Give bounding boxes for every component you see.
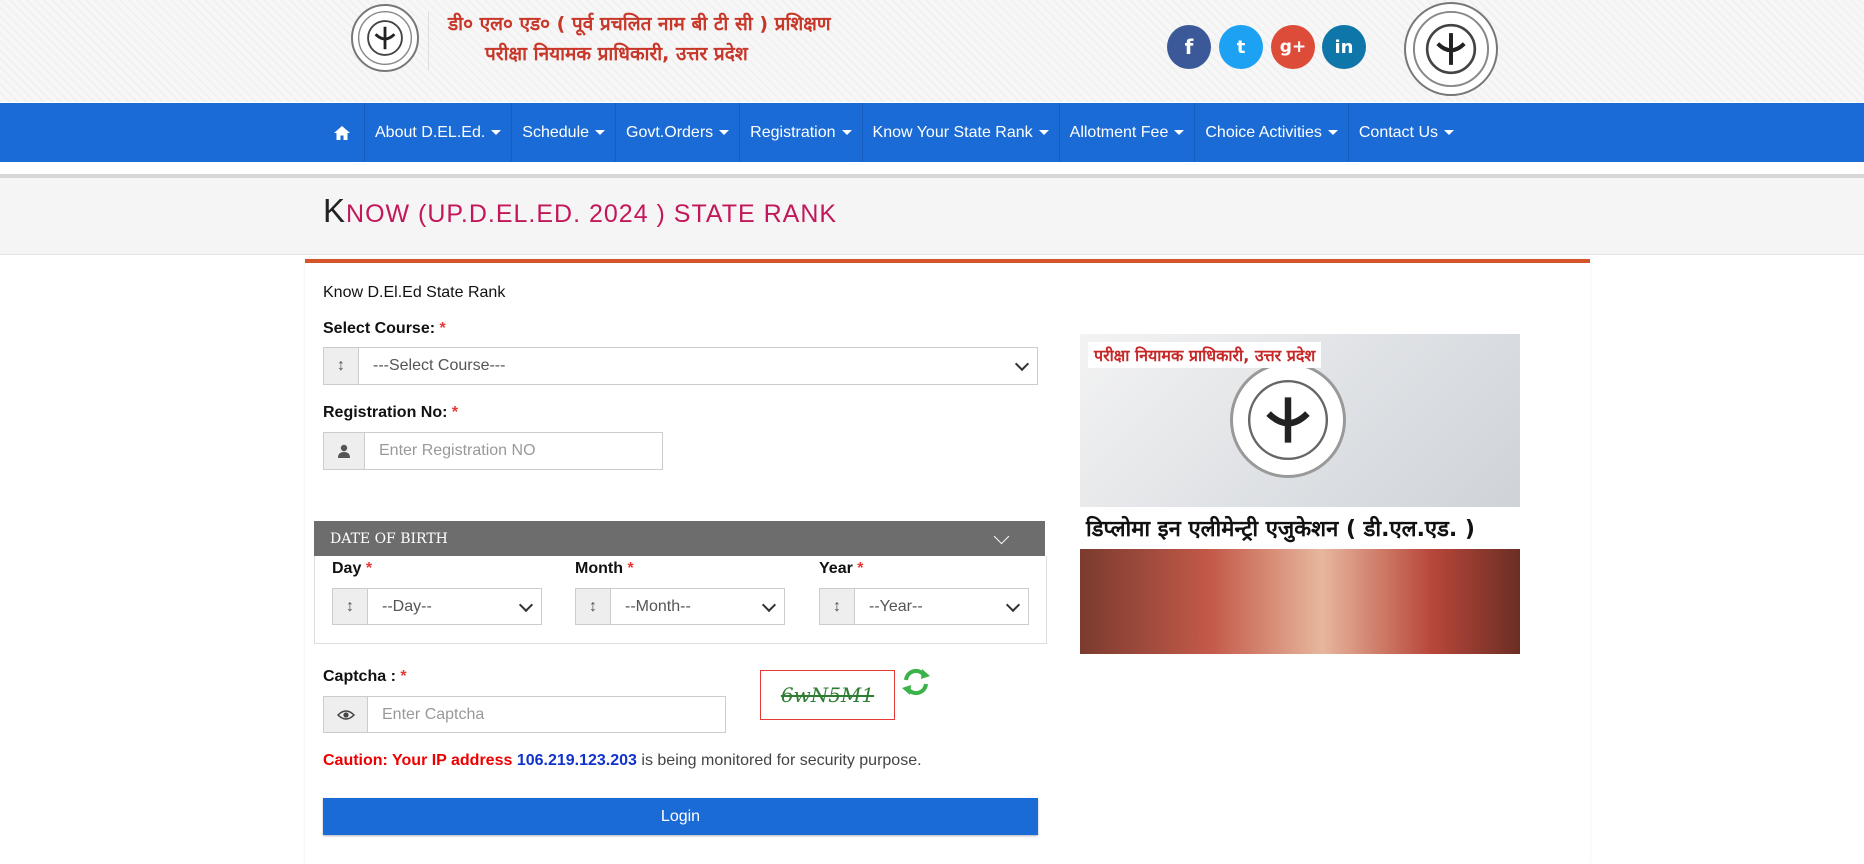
ip-caution: Caution: Your IP address 106.219.123.203… xyxy=(323,752,922,770)
title-strip xyxy=(0,174,1864,255)
chevron-down-icon xyxy=(1014,356,1030,372)
required-mark: * xyxy=(400,668,407,685)
chevron-down-icon xyxy=(1005,597,1021,612)
required-mark: * xyxy=(857,560,864,577)
day-select[interactable]: --Day-- xyxy=(367,588,542,625)
nav-state-rank[interactable]: Know Your State Rank xyxy=(863,103,1060,162)
course-label: Select Course: * xyxy=(323,320,446,338)
year-label-text: Year xyxy=(819,560,853,577)
promo-heading: परीक्षा नियामक प्राधिकारी, उत्तर प्रदेश xyxy=(1088,342,1322,368)
year-select-value: --Year-- xyxy=(869,597,923,615)
required-mark: * xyxy=(439,320,446,337)
twitter-icon[interactable]: t xyxy=(1219,25,1263,69)
home-icon xyxy=(334,125,350,140)
header-divider xyxy=(428,12,429,70)
caret-down-icon xyxy=(1327,130,1338,135)
page-title: KNOW (UP.D.EL.ED. 2024 ) STATE RANK xyxy=(323,192,837,230)
sort-icon: ↕ xyxy=(575,588,611,625)
chevron-down-icon xyxy=(518,597,534,612)
day-label: Day * xyxy=(332,560,372,578)
nav-home[interactable] xyxy=(320,103,365,162)
caret-down-icon xyxy=(491,130,502,135)
nav-contact-us[interactable]: Contact Us xyxy=(1349,103,1464,162)
nav-about[interactable]: About D.EL.Ed. xyxy=(365,103,513,162)
registration-label: Registration No: * xyxy=(323,404,458,422)
course-select-value: ---Select Course--- xyxy=(373,357,506,374)
eye-icon xyxy=(323,696,368,733)
promo-emblem xyxy=(1230,362,1346,478)
promo-children-photo xyxy=(1080,549,1520,654)
nav-menu: About D.EL.Ed. Schedule Govt.Orders Regi… xyxy=(320,103,1464,162)
nav-choice-activities-label: Choice Activities xyxy=(1205,123,1322,141)
caret-down-icon xyxy=(595,130,606,135)
nav-schedule[interactable]: Schedule xyxy=(512,103,617,162)
nav-registration[interactable]: Registration xyxy=(740,103,863,162)
facebook-icon[interactable]: f xyxy=(1167,25,1211,69)
sort-icon: ↕ xyxy=(323,347,359,385)
site-header: डी० एल० एड० ( पूर्व प्रचलित नाम बी टी सी… xyxy=(0,0,1864,102)
brand-line-2: परीक्षा नियामक प्राधिकारी, उत्तर प्रदेश xyxy=(485,43,748,65)
nav-govt-orders-label: Govt.Orders xyxy=(626,123,714,141)
brand-line-1: डी० एल० एड० ( पूर्व प्रचलित नाम बी टी सी… xyxy=(448,13,831,35)
month-select-value: --Month-- xyxy=(625,597,691,615)
registration-input[interactable]: Enter Registration NO xyxy=(364,432,663,470)
googleplus-icon[interactable]: g+ xyxy=(1271,25,1315,69)
year-select[interactable]: --Year-- xyxy=(854,588,1029,625)
caret-down-icon xyxy=(1174,130,1185,135)
caret-down-icon xyxy=(841,130,852,135)
required-mark: * xyxy=(627,560,634,577)
day-select-value: --Day-- xyxy=(382,597,432,615)
caution-label: Caution: Your IP address xyxy=(323,752,513,769)
registration-label-text: Registration No: xyxy=(323,404,448,421)
dob-header[interactable]: DATE OF BIRTH xyxy=(314,521,1045,556)
sort-icon: ↕ xyxy=(332,588,368,625)
page-title-initial: K xyxy=(323,192,347,229)
promo-subheading: डिप्लोमा इन एलीमेन्ट्री एजुकेशन ( डी.एल.… xyxy=(1080,507,1520,549)
user-icon xyxy=(323,432,365,470)
nav-registration-label: Registration xyxy=(750,123,836,141)
up-emblem-logo-left[interactable] xyxy=(351,4,419,72)
course-select[interactable]: ---Select Course--- xyxy=(358,347,1038,385)
up-emblem-logo-right[interactable] xyxy=(1404,2,1498,96)
nav-schedule-label: Schedule xyxy=(522,123,590,141)
dob-heading: DATE OF BIRTH xyxy=(330,530,448,547)
form-subtitle: Know D.El.Ed State Rank xyxy=(323,284,506,301)
main-navbar: About D.EL.Ed. Schedule Govt.Orders Regi… xyxy=(0,103,1864,162)
login-button[interactable]: Login xyxy=(323,798,1038,835)
caret-down-icon xyxy=(719,130,730,135)
caret-down-icon xyxy=(1444,130,1454,135)
nav-contact-us-label: Contact Us xyxy=(1358,123,1438,141)
captcha-input[interactable]: Enter Captcha xyxy=(367,696,726,733)
nav-state-rank-label: Know Your State Rank xyxy=(872,123,1033,141)
required-mark: * xyxy=(451,404,459,421)
refresh-icon[interactable] xyxy=(900,666,932,698)
nav-allotment-fee[interactable]: Allotment Fee xyxy=(1060,103,1196,162)
sort-icon: ↕ xyxy=(819,588,855,625)
promo-banner-image: परीक्षा नियामक प्राधिकारी, उत्तर प्रदेश … xyxy=(1080,334,1520,654)
month-select[interactable]: --Month-- xyxy=(610,588,785,625)
day-label-text: Day xyxy=(332,560,362,577)
captcha-image: 6wN5M1 xyxy=(760,670,895,720)
month-label-text: Month xyxy=(575,560,623,577)
linkedin-icon[interactable]: in xyxy=(1322,25,1366,69)
nav-choice-activities[interactable]: Choice Activities xyxy=(1195,103,1349,162)
captcha-label-text: Captcha : xyxy=(323,668,396,685)
nav-about-label: About D.EL.Ed. xyxy=(375,123,486,141)
required-mark: * xyxy=(365,560,373,577)
nav-govt-orders[interactable]: Govt.Orders xyxy=(616,103,741,162)
nav-allotment-fee-label: Allotment Fee xyxy=(1069,123,1169,141)
caution-rest: is being monitored for security purpose. xyxy=(641,752,922,769)
month-label: Month * xyxy=(575,560,634,578)
captcha-label: Captcha : * xyxy=(323,668,407,686)
caret-down-icon xyxy=(1038,130,1049,135)
chevron-down-icon xyxy=(761,597,777,612)
page-title-rest: NOW (UP.D.EL.ED. 2024 ) STATE RANK xyxy=(346,200,838,228)
course-label-text: Select Course: xyxy=(323,320,436,337)
chevron-down-icon xyxy=(993,528,1010,545)
ip-address: 106.219.123.203 xyxy=(516,752,637,769)
year-label: Year * xyxy=(819,560,864,578)
